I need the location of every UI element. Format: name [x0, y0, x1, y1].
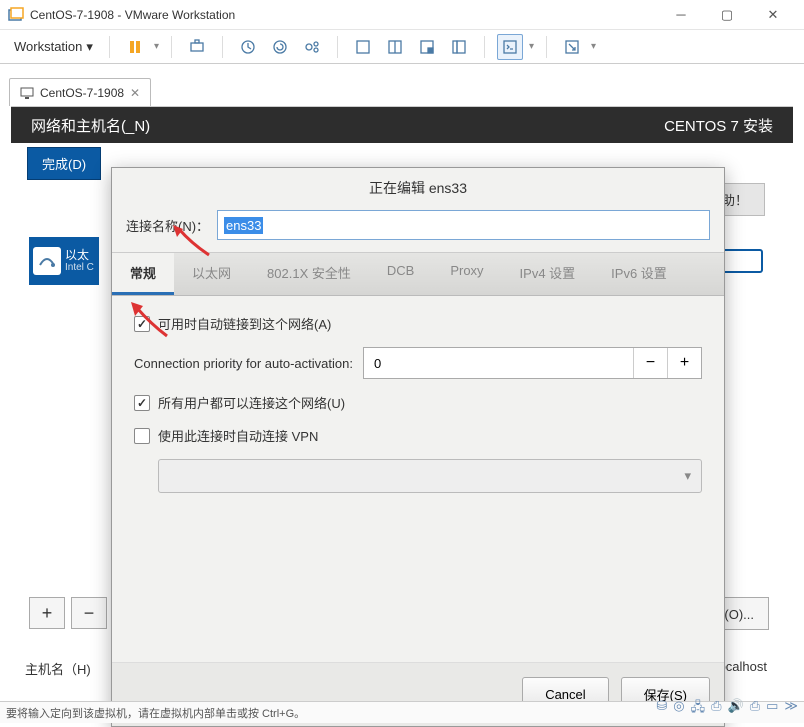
auto-vpn-label: 使用此连接时自动连接 VPN [158, 426, 318, 445]
tab-dcb[interactable]: DCB [369, 253, 432, 295]
printer-icon[interactable]: ⎙ [750, 698, 760, 720]
separator [484, 36, 485, 58]
device-buttons: + − [29, 597, 107, 629]
console-view-button[interactable] [497, 34, 523, 60]
minimize-button[interactable]: ─ [658, 0, 704, 30]
tab-proxy[interactable]: Proxy [432, 253, 501, 295]
ethernet-label: 以太Intel C [65, 248, 94, 274]
add-device-button[interactable]: + [29, 597, 65, 629]
tab-ipv4[interactable]: IPv4 设置 [502, 253, 594, 295]
chevron-down-icon: ▾ [684, 468, 691, 484]
vpn-select[interactable]: ▾ [158, 459, 702, 493]
priority-increment-button[interactable]: + [667, 348, 701, 378]
window-title: CentOS-7-1908 - VMware Workstation [30, 8, 658, 22]
display-icon[interactable]: ▭ [766, 698, 778, 720]
view-thumbnail-button[interactable] [414, 34, 440, 60]
edit-connection-dialog: 正在编辑 ens33 连接名称(N)： ens33 常规 以太网 802.1X … [111, 167, 725, 727]
usb-icon[interactable]: ⎙ [711, 698, 721, 720]
remove-device-button[interactable]: − [71, 597, 107, 629]
view-split-button[interactable] [382, 34, 408, 60]
priority-row: Connection priority for auto-activation:… [134, 347, 702, 379]
view-library-button[interactable] [446, 34, 472, 60]
auto-connect-row: 可用时自动链接到这个网络(A) [134, 314, 702, 333]
separator [222, 36, 223, 58]
separator [337, 36, 338, 58]
vm-tab-label: CentOS-7-1908 [40, 86, 124, 100]
dialog-title: 正在编辑 ens33 [112, 168, 724, 208]
separator [109, 36, 110, 58]
chevron-down-icon[interactable]: ▾ [529, 41, 534, 52]
connection-name-input[interactable]: ens33 [217, 210, 710, 240]
auto-connect-label: 可用时自动链接到这个网络(A) [158, 314, 331, 333]
ethernet-icon [33, 247, 61, 275]
done-button[interactable]: 完成(D) [27, 147, 101, 180]
separator [546, 36, 547, 58]
pause-button[interactable] [122, 34, 148, 60]
network-icon[interactable]: 🖧 [691, 698, 706, 720]
vmware-icon [8, 7, 24, 23]
dialog-content: 可用时自动链接到这个网络(A) Connection priority for … [112, 296, 724, 662]
work-area: CentOS-7-1908 ✕ 网络和主机名(_N) CENTOS 7 安装 完… [1, 64, 803, 699]
centos-installer: 网络和主机名(_N) CENTOS 7 安装 完成(D) 帮助！ 以太Intel… [11, 106, 793, 699]
header-title: 网络和主机名(_N) [31, 115, 150, 136]
tab-ethernet[interactable]: 以太网 [174, 253, 249, 295]
snapshot-button[interactable] [235, 34, 261, 60]
all-users-row: 所有用户都可以连接这个网络(U) [134, 393, 702, 412]
close-button[interactable]: ✕ [750, 0, 796, 30]
disk-icon[interactable]: ⛁ [656, 698, 667, 720]
window-titlebar: CentOS-7-1908 - VMware Workstation ─ ▢ ✕ [0, 0, 804, 30]
auto-connect-checkbox[interactable] [134, 316, 150, 332]
header-product: CENTOS 7 安装 [664, 115, 773, 136]
installer-header: 网络和主机名(_N) CENTOS 7 安装 [11, 107, 793, 143]
priority-label: Connection priority for auto-activation: [134, 356, 353, 371]
priority-input[interactable] [364, 348, 633, 378]
dialog-tab-bar: 常规 以太网 802.1X 安全性 DCB Proxy IPv4 设置 IPv6… [112, 252, 724, 296]
fullscreen-button[interactable] [559, 34, 585, 60]
separator [171, 36, 172, 58]
chevron-down-icon[interactable]: ▾ [154, 41, 159, 52]
tab-8021x[interactable]: 802.1X 安全性 [249, 253, 369, 295]
monitor-icon [20, 86, 34, 100]
priority-stepper: − + [363, 347, 702, 379]
tab-ipv6[interactable]: IPv6 设置 [593, 253, 685, 295]
vm-tab[interactable]: CentOS-7-1908 ✕ [9, 78, 151, 106]
hostname-label: 主机名（H) [25, 659, 91, 678]
send-ctrl-alt-del-button[interactable] [184, 34, 210, 60]
auto-vpn-row: 使用此连接时自动连接 VPN [134, 426, 702, 445]
sound-icon[interactable]: 🔊 [728, 698, 744, 720]
vmware-toolbar: Workstation ▾ ▾ ▾ ▾ [0, 30, 804, 64]
workstation-menu[interactable]: Workstation ▾ [10, 37, 97, 57]
all-users-label: 所有用户都可以连接这个网络(U) [158, 393, 345, 412]
snapshot-manager-button[interactable] [299, 34, 325, 60]
system-tray: ⛁ ◎ 🖧 ⎙ 🔊 ⎙ ▭ ≫ [656, 698, 798, 720]
chevron-icon[interactable]: ≫ [784, 698, 798, 720]
priority-decrement-button[interactable]: − [633, 348, 667, 378]
cd-icon[interactable]: ◎ [673, 698, 684, 720]
connection-name-row: 连接名称(N)： ens33 [112, 208, 724, 252]
connection-name-label: 连接名称(N)： [126, 216, 209, 235]
ethernet-device-card[interactable]: 以太Intel C [29, 237, 99, 285]
auto-vpn-checkbox[interactable] [134, 428, 150, 444]
snapshot-revert-button[interactable] [267, 34, 293, 60]
tab-general[interactable]: 常规 [112, 253, 174, 295]
chevron-down-icon[interactable]: ▾ [591, 41, 596, 52]
close-tab-icon[interactable]: ✕ [130, 86, 140, 100]
all-users-checkbox[interactable] [134, 395, 150, 411]
view-single-button[interactable] [350, 34, 376, 60]
status-text: 要将输入定向到该虚拟机，请在虚拟机内部单击或按 Ctrl+G。 [6, 705, 305, 721]
maximize-button[interactable]: ▢ [704, 0, 750, 30]
chevron-down-icon: ▾ [86, 39, 93, 55]
